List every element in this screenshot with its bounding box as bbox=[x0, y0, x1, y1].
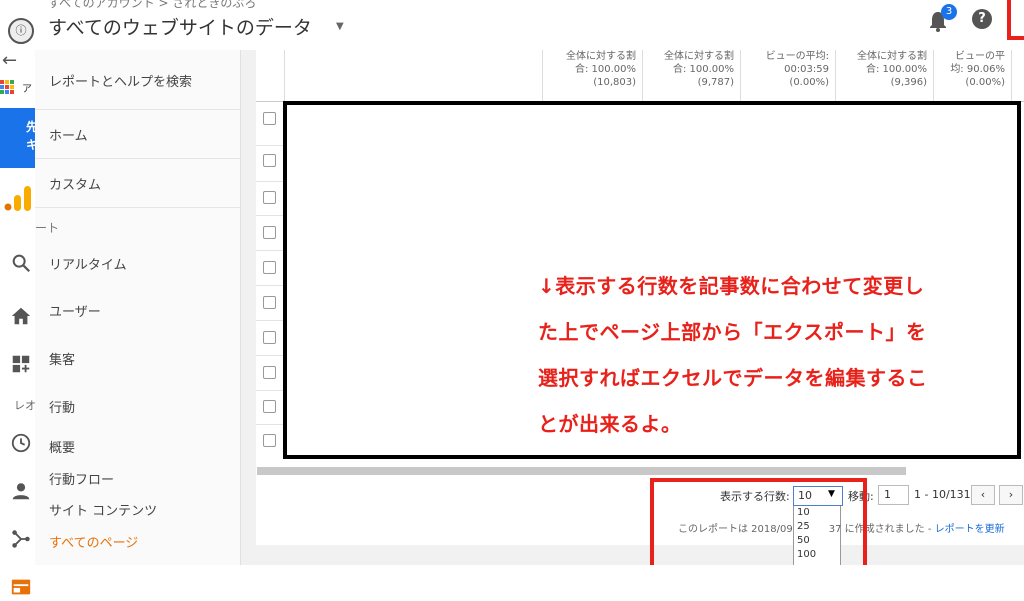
column-header-2: 全体に対する割 合: 100.00% (9,787) bbox=[642, 50, 740, 102]
row-checkbox[interactable] bbox=[263, 154, 276, 167]
column-header-line: (9,787) bbox=[697, 77, 734, 88]
row-divider bbox=[256, 355, 286, 356]
rail-promo-banner[interactable]: 先 キ bbox=[0, 108, 38, 168]
apps-grid-icon[interactable] bbox=[0, 80, 14, 94]
breadcrumb[interactable]: すべてのアカウント > されときのぶろ bbox=[48, 0, 256, 11]
home-icon[interactable] bbox=[10, 305, 32, 327]
column-header-line: 全体に対する割 bbox=[664, 51, 734, 62]
column-header-line: 全体に対する割 bbox=[566, 51, 636, 62]
rail-report-label: レオ bbox=[14, 399, 36, 412]
next-page-button[interactable]: › bbox=[999, 485, 1023, 505]
row-checkbox[interactable] bbox=[263, 434, 276, 447]
sidebar-section-reports: ート bbox=[35, 221, 60, 235]
row-checkbox[interactable] bbox=[263, 112, 276, 125]
annotation-line: とが出来るよ。 bbox=[538, 412, 682, 436]
sidebar-item-all-pages[interactable]: すべてのページ bbox=[49, 532, 138, 551]
view-selector-title[interactable]: すべてのウェブサイトのデータ bbox=[48, 13, 312, 40]
sidebar-item-realtime[interactable]: リアルタイム bbox=[49, 254, 127, 273]
sidebar-item-acquisition[interactable]: 集客 bbox=[49, 349, 75, 368]
column-header-line: 合: 100.00% bbox=[574, 64, 636, 75]
bookmark-label[interactable]: ア bbox=[22, 80, 32, 95]
row-checkbox[interactable] bbox=[263, 366, 276, 379]
sidebar-item-home[interactable]: ホーム bbox=[35, 109, 240, 159]
column-header-line: (0.00%) bbox=[789, 77, 829, 88]
behavior-icon[interactable] bbox=[10, 576, 32, 598]
sidebar-search[interactable]: レポートとヘルプを検索 bbox=[35, 50, 240, 110]
row-divider bbox=[256, 320, 286, 321]
sidebar-item-behavior-flow[interactable]: 行動フロー bbox=[49, 469, 114, 488]
sidebar-search-label[interactable]: レポートとヘルプを検索 bbox=[49, 71, 192, 90]
sidebar-item-site-content[interactable]: サイト コンテンツ bbox=[49, 500, 157, 519]
column-header-line: 00:03:59 bbox=[784, 64, 829, 75]
bottom-strip bbox=[35, 565, 1024, 601]
sidebar-item-custom[interactable]: カスタム bbox=[35, 158, 240, 208]
search-icon[interactable] bbox=[10, 252, 32, 274]
row-divider bbox=[256, 181, 286, 182]
column-header-line: 合: 100.00% bbox=[865, 64, 927, 75]
row-checkbox[interactable] bbox=[263, 331, 276, 344]
analytics-logo-icon[interactable] bbox=[4, 186, 32, 212]
prev-page-button[interactable]: ‹ bbox=[971, 485, 995, 505]
column-header-1: 全体に対する割 合: 100.00% (10,803) bbox=[542, 50, 642, 102]
browser-tab-info-icon[interactable]: ⓘ bbox=[8, 18, 34, 44]
caret-down-icon[interactable]: ▼ bbox=[336, 21, 344, 32]
column-header-line: (9,396) bbox=[890, 77, 927, 88]
column-header-3: ビューの平均: 00:03:59 (0.00%) bbox=[740, 50, 835, 102]
sidebar-item-behavior[interactable]: 行動 bbox=[49, 397, 75, 416]
row-divider bbox=[256, 424, 286, 425]
column-header-line: ビューの平 bbox=[955, 51, 1005, 62]
column-header-page bbox=[284, 50, 542, 102]
row-checkbox[interactable] bbox=[263, 191, 276, 204]
column-header-line: (0.00%) bbox=[965, 77, 1005, 88]
dashboard-add-icon[interactable] bbox=[10, 353, 32, 375]
sidebar-item-overview[interactable]: 概要 bbox=[49, 437, 75, 456]
annotation-highlight-frame bbox=[1007, 0, 1024, 40]
annotation-line: ↓表示する行数を記事数に合わせて変更し bbox=[538, 274, 925, 298]
person-icon[interactable] bbox=[10, 480, 32, 502]
row-divider bbox=[256, 250, 286, 251]
row-checkbox[interactable] bbox=[263, 226, 276, 239]
annotation-text: ↓表示する行数を記事数に合わせて変更し た上でページ上部から「エクスポート」を … bbox=[538, 263, 1008, 447]
row-checkbox[interactable] bbox=[263, 400, 276, 413]
column-header-line: (10,803) bbox=[593, 77, 636, 88]
help-icon[interactable]: ? bbox=[972, 9, 992, 29]
row-divider bbox=[256, 215, 286, 216]
annotation-line: 選択すればエクセルでデータを編集するこ bbox=[538, 366, 928, 390]
annotation-line: た上でページ上部から「エクスポート」を bbox=[538, 320, 927, 344]
column-header-line: 合: 100.00% bbox=[672, 64, 734, 75]
sidebar-item-users[interactable]: ユーザー bbox=[49, 301, 101, 320]
row-divider bbox=[256, 390, 286, 391]
sidebar-item-home-label: ホーム bbox=[49, 129, 88, 144]
column-header-line: ビューの平均: bbox=[765, 51, 829, 62]
sidebar-item-custom-label: カスタム bbox=[49, 178, 102, 193]
column-header-6 bbox=[1011, 50, 1024, 102]
column-header-4: 全体に対する割 合: 100.00% (9,396) bbox=[835, 50, 933, 102]
column-header-line: 均: 90.06% bbox=[950, 64, 1005, 75]
refresh-report-link[interactable]: レポートを更新 bbox=[935, 524, 1005, 535]
row-divider bbox=[256, 285, 286, 286]
row-checkbox[interactable] bbox=[263, 296, 276, 309]
column-header-5: ビューの平 均: 90.06% (0.00%) bbox=[933, 50, 1011, 102]
notification-count-badge: 3 bbox=[941, 4, 957, 20]
page-range-text: 1 - 10/131 bbox=[914, 488, 971, 501]
back-arrow-icon[interactable]: ← bbox=[2, 50, 17, 71]
acquisition-icon[interactable] bbox=[10, 528, 32, 550]
horizontal-scrollbar[interactable] bbox=[257, 467, 906, 475]
row-checkbox[interactable] bbox=[263, 261, 276, 274]
row-divider bbox=[256, 145, 286, 146]
clock-icon[interactable] bbox=[10, 432, 32, 454]
go-to-page-input[interactable]: 1 bbox=[878, 485, 909, 505]
column-header-line: 全体に対する割 bbox=[857, 51, 927, 62]
